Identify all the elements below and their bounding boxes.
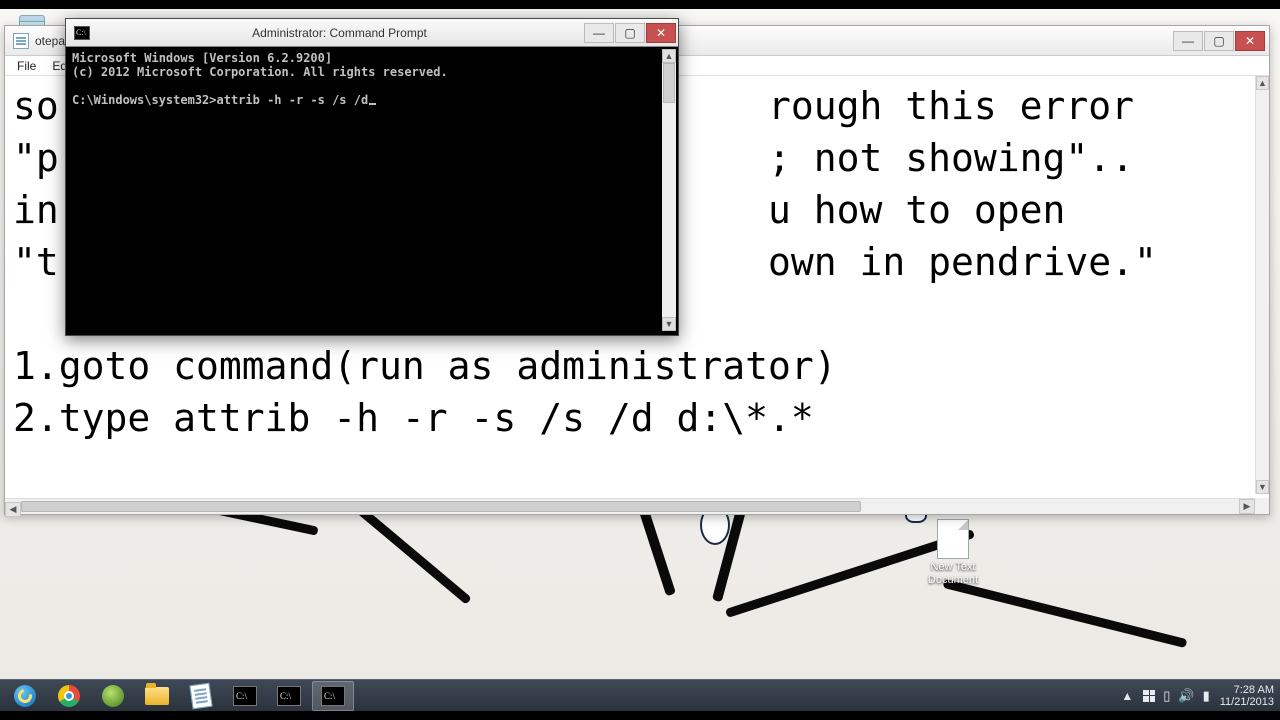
taskbar-bittorrent-button[interactable] — [92, 681, 134, 711]
scroll-right-arrow-icon[interactable]: ▶ — [1239, 499, 1255, 514]
cmd-output-area[interactable]: Microsoft Windows [Version 6.2.9200] (c)… — [70, 49, 662, 331]
notepad-icon — [13, 33, 29, 49]
desktop-file-label: New Text Document — [918, 561, 988, 587]
maximize-button[interactable]: ▢ — [615, 23, 645, 43]
clock-date: 11/21/2013 — [1220, 696, 1274, 708]
scroll-down-arrow-icon[interactable]: ▼ — [662, 317, 676, 331]
close-button[interactable]: ✕ — [1235, 31, 1265, 51]
taskbar-cmd-button-active[interactable] — [312, 681, 354, 711]
menu-file[interactable]: File — [9, 57, 44, 75]
cursor — [369, 103, 376, 105]
scrollbar-corner — [1255, 498, 1269, 514]
cmd-icon — [74, 26, 90, 40]
letterbox-bottom — [0, 711, 1280, 720]
notepad-line: 1.goto command(run as administrator) — [13, 344, 837, 388]
clock-time: 7:28 AM — [1220, 684, 1274, 696]
letterbox-top — [0, 0, 1280, 9]
taskbar-cmd-button-2[interactable] — [268, 681, 310, 711]
desktop[interactable]: New Text Document otepad — ▢ ✕ File Edit… — [0, 9, 1280, 711]
tray-overflow-icon[interactable]: ▲ — [1121, 689, 1133, 703]
taskbar-explorer-button[interactable] — [136, 681, 178, 711]
battery-icon[interactable]: ▯ — [1163, 688, 1170, 704]
network-icon[interactable]: ▮ — [1203, 688, 1210, 704]
notepad-horizontal-scrollbar[interactable]: ◀ ▶ — [5, 498, 1255, 514]
notepad-line: 2.type attrib -h -r -s /s /d d:\*.* — [13, 396, 814, 440]
cmd-vertical-scrollbar[interactable]: ▲ ▼ — [662, 49, 676, 331]
notepad-icon — [189, 682, 212, 709]
system-tray[interactable]: ▯ 🔊 ▮ — [1143, 688, 1210, 704]
action-center-icon[interactable] — [1143, 690, 1155, 702]
taskbar-cmd-button[interactable] — [224, 681, 266, 711]
volume-icon[interactable]: 🔊 — [1178, 688, 1194, 704]
chrome-icon — [58, 685, 80, 707]
taskbar-notepad-button[interactable] — [180, 681, 222, 711]
scroll-up-arrow-icon[interactable]: ▲ — [662, 49, 676, 63]
taskbar-clock[interactable]: 7:28 AM 11/21/2013 — [1220, 684, 1274, 708]
scroll-down-arrow-icon[interactable]: ▼ — [1256, 480, 1269, 494]
desktop-file-new-text-document[interactable]: New Text Document — [918, 519, 988, 587]
taskbar[interactable]: ▲ ▯ 🔊 ▮ 7:28 AM 11/21/2013 — [0, 679, 1280, 711]
bittorrent-icon — [102, 685, 124, 707]
cmd-titlebar[interactable]: Administrator: Command Prompt — ▢ ✕ — [66, 19, 678, 47]
folder-icon — [145, 687, 169, 705]
cmd-icon — [321, 686, 345, 706]
cmd-line: C:\Windows\system32>attrib -h -r -s /s /… — [72, 93, 368, 107]
cmd-icon — [233, 686, 257, 706]
scroll-up-arrow-icon[interactable]: ▲ — [1256, 76, 1269, 90]
decoration — [943, 579, 1188, 648]
command-prompt-window[interactable]: Administrator: Command Prompt — ▢ ✕ Micr… — [65, 18, 679, 336]
maximize-button[interactable]: ▢ — [1204, 31, 1234, 51]
minimize-button[interactable]: — — [584, 23, 614, 43]
taskbar-chrome-button[interactable] — [48, 681, 90, 711]
cmd-line: Microsoft Windows [Version 6.2.9200] — [72, 51, 332, 65]
scroll-thumb[interactable] — [663, 63, 675, 103]
notepad-vertical-scrollbar[interactable]: ▲ ▼ — [1255, 76, 1269, 494]
taskbar-ie-button[interactable] — [4, 681, 46, 711]
cmd-icon — [277, 686, 301, 706]
scroll-left-arrow-icon[interactable]: ◀ — [5, 502, 21, 517]
internet-explorer-icon — [14, 685, 36, 707]
minimize-button[interactable]: — — [1173, 31, 1203, 51]
close-button[interactable]: ✕ — [646, 23, 676, 43]
cmd-title: Administrator: Command Prompt — [96, 26, 583, 40]
scroll-thumb[interactable] — [21, 501, 861, 512]
file-icon — [937, 519, 969, 559]
cmd-line: (c) 2012 Microsoft Corporation. All righ… — [72, 65, 448, 79]
